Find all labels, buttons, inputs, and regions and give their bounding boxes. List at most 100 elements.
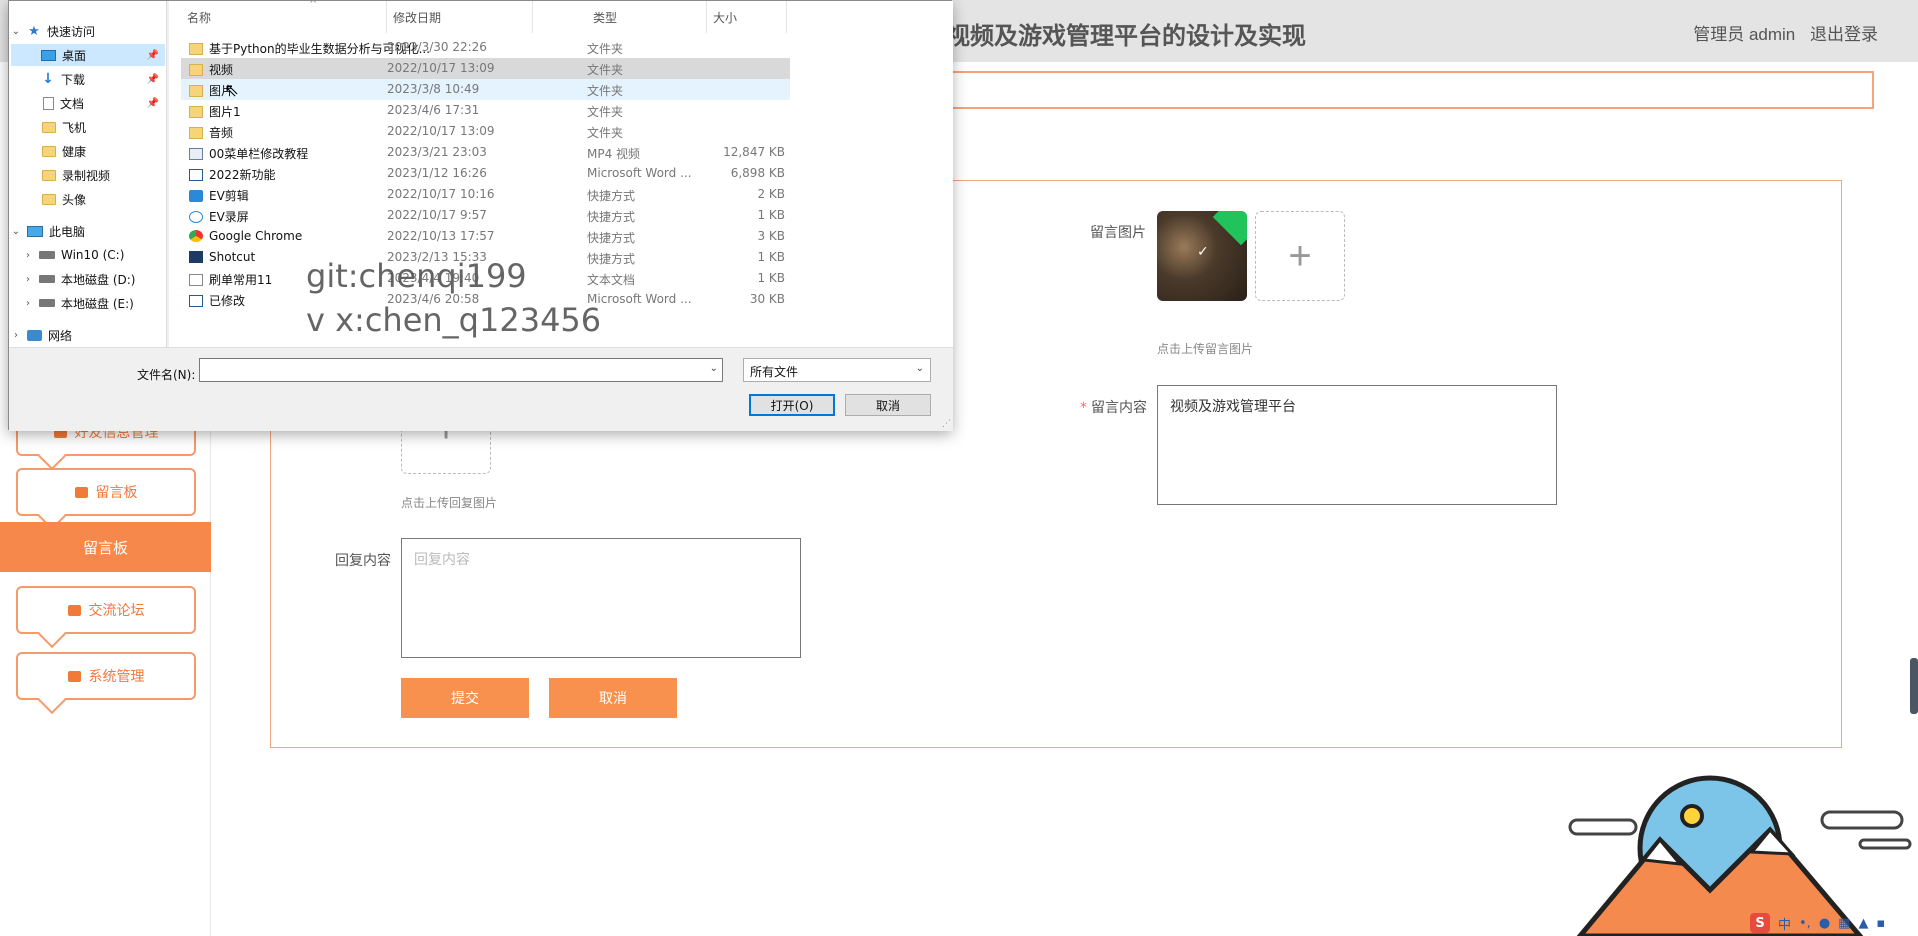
chevron-down-icon[interactable]: ⌄ bbox=[710, 363, 718, 374]
nav-label: 快速访问 bbox=[47, 24, 96, 39]
file-row-hover[interactable]: 图片 2023/3/8 10:49 文件夹 bbox=[181, 79, 790, 100]
image-label: 留言图片 bbox=[1090, 225, 1146, 241]
sidebar-item-message-board[interactable]: 留言板 bbox=[16, 468, 196, 516]
file-row[interactable]: EV录屏 2022/10/17 9:57 快捷方式 1 KB bbox=[181, 205, 790, 226]
nav-drive-d[interactable]: › 本地磁盘 (D:) bbox=[23, 268, 135, 290]
file-name: EV录屏 bbox=[209, 210, 249, 224]
filename-input[interactable]: ⌄ bbox=[199, 358, 723, 382]
dialog-cancel-button[interactable]: 取消 bbox=[845, 394, 931, 416]
page-scrollbar[interactable] bbox=[1910, 658, 1918, 714]
mouse-cursor-icon: ⇖ bbox=[224, 80, 240, 100]
column-header-name[interactable]: 名称 bbox=[181, 1, 387, 33]
expand-caret-icon[interactable]: › bbox=[23, 298, 33, 309]
file-type: Microsoft Word ... bbox=[587, 166, 692, 180]
logout-link[interactable]: 退出登录 bbox=[1810, 25, 1878, 44]
word-file-icon bbox=[189, 294, 203, 307]
column-header-type[interactable]: 类型 bbox=[587, 1, 707, 33]
file-type: Microsoft Word ... bbox=[587, 292, 692, 306]
sidebar-item-message-board-active[interactable]: 留言板 bbox=[0, 522, 211, 572]
nav-quick-access[interactable]: ⌄ ★ 快速访问 bbox=[11, 20, 161, 42]
content-textarea[interactable]: 视频及游戏管理平台 bbox=[1157, 385, 1557, 505]
user-info: 管理员 admin 退出登录 bbox=[1683, 20, 1878, 45]
ime-language[interactable]: 中 bbox=[1778, 914, 1791, 933]
sort-caret-icon: ^ bbox=[309, 0, 318, 10]
nav-drive-e[interactable]: › 本地磁盘 (E:) bbox=[23, 292, 134, 314]
column-header-date[interactable]: 修改日期 bbox=[387, 1, 533, 33]
file-row[interactable]: 音频 2022/10/17 13:09 文件夹 bbox=[181, 121, 790, 142]
mountain-illustration bbox=[1568, 775, 1912, 936]
nav-folder-plane[interactable]: 飞机 bbox=[42, 116, 86, 138]
nav-folder-avatar[interactable]: 头像 bbox=[42, 188, 86, 210]
expand-caret-icon[interactable]: › bbox=[23, 274, 33, 285]
success-badge bbox=[1212, 211, 1247, 246]
file-row[interactable]: Google Chrome 2022/10/13 17:57 快捷方式 3 KB bbox=[181, 226, 790, 247]
sidebar-item-forum[interactable]: 交流论坛 bbox=[16, 586, 196, 634]
file-type: 文件夹 bbox=[587, 63, 624, 77]
user-label: 管理员 admin bbox=[1693, 25, 1796, 44]
open-button[interactable]: 打开(O) bbox=[749, 394, 835, 416]
ime-icon[interactable]: S bbox=[1750, 913, 1770, 933]
nav-label: Win10 (C:) bbox=[61, 248, 125, 262]
filetype-select[interactable]: 所有文件 ⌄ bbox=[743, 358, 931, 382]
nav-folder-recordings[interactable]: 录制视频 bbox=[42, 164, 110, 186]
expand-caret-icon[interactable]: › bbox=[23, 250, 33, 261]
uploaded-image-thumbnail[interactable]: ✓ bbox=[1157, 211, 1247, 301]
nav-label: 网络 bbox=[48, 328, 73, 343]
reply-textarea[interactable]: 回复内容 bbox=[401, 538, 801, 658]
file-size: 1 KB bbox=[757, 250, 785, 264]
submit-button[interactable]: 提交 bbox=[401, 678, 529, 718]
folder-icon bbox=[42, 193, 56, 205]
file-date: 2023/1/12 16:26 bbox=[387, 166, 487, 180]
file-type: 快捷方式 bbox=[587, 231, 636, 245]
expand-caret-icon[interactable]: ⌄ bbox=[11, 226, 21, 237]
video-file-icon bbox=[189, 147, 203, 160]
file-date: 2023/3/8 10:49 bbox=[387, 82, 480, 96]
reply-label: 回复内容 bbox=[335, 553, 391, 569]
nav-drive-c[interactable]: › Win10 (C:) bbox=[23, 244, 124, 266]
file-row[interactable]: 基于Python的毕业生数据分析与可视化... 2023/3/30 22:26 … bbox=[181, 37, 790, 58]
image-upload-button[interactable]: + bbox=[1255, 211, 1345, 301]
breadcrumb-bar bbox=[930, 71, 1874, 109]
column-header-size[interactable]: 大小 bbox=[707, 1, 787, 33]
file-row[interactable]: EV剪辑 2022/10/17 10:16 快捷方式 2 KB bbox=[181, 184, 790, 205]
filename-label: 文件名(N): bbox=[137, 368, 196, 382]
chrome-icon bbox=[189, 230, 203, 242]
dialog-footer: 文件名(N): ⌄ 所有文件 ⌄ 打开(O) 取消 ⋰ bbox=[9, 347, 953, 431]
word-file-icon bbox=[189, 168, 203, 181]
pin-icon: 📌 bbox=[146, 73, 159, 85]
file-type: 文本文档 bbox=[587, 273, 636, 287]
nav-downloads[interactable]: ↓ 下载 📌 bbox=[41, 68, 165, 90]
grid-icon[interactable]: ▪ bbox=[1876, 916, 1885, 931]
punctuation-icon[interactable]: •, bbox=[1799, 916, 1811, 931]
cancel-button[interactable]: 取消 bbox=[549, 678, 677, 718]
resize-grip-icon[interactable]: ⋰ bbox=[942, 419, 951, 429]
nav-label: 头像 bbox=[62, 192, 87, 207]
sidebar-item-system[interactable]: 系统管理 bbox=[16, 652, 196, 700]
nav-documents[interactable]: 文档 📌 bbox=[43, 92, 165, 114]
shirt-icon[interactable]: ▲ bbox=[1858, 916, 1868, 931]
text-file-icon bbox=[189, 273, 203, 286]
expand-caret-icon[interactable]: ⌄ bbox=[11, 26, 21, 37]
nav-folder-health[interactable]: 健康 bbox=[42, 140, 86, 162]
keyboard-icon[interactable]: ▦ bbox=[1838, 916, 1850, 931]
nav-this-pc[interactable]: ⌄ 此电脑 bbox=[11, 220, 85, 242]
microphone-icon[interactable]: ● bbox=[1819, 916, 1830, 931]
check-icon: ✓ bbox=[1197, 243, 1209, 259]
file-row[interactable]: 2022新功能 2023/1/12 16:26 Microsoft Word .… bbox=[181, 163, 790, 184]
file-type: 快捷方式 bbox=[587, 210, 636, 224]
file-type: MP4 视频 bbox=[587, 147, 641, 161]
nav-desktop[interactable]: 桌面 📌 bbox=[11, 44, 165, 66]
file-row-selected[interactable]: 视频 2022/10/17 13:09 文件夹 bbox=[181, 58, 790, 79]
expand-caret-icon[interactable]: › bbox=[11, 330, 21, 341]
nav-label: 桌面 bbox=[62, 48, 87, 63]
pin-icon: 📌 bbox=[146, 49, 159, 61]
file-size: 12,847 KB bbox=[723, 145, 785, 159]
file-open-dialog: ⌄ ★ 快速访问 桌面 📌 ↓ 下载 📌 文档 📌 飞机 健康 录制视频 头像 … bbox=[8, 0, 953, 431]
file-row[interactable]: 00菜单栏修改教程 2023/3/21 23:03 MP4 视频 12,847 … bbox=[181, 142, 790, 163]
file-size: 1 KB bbox=[757, 271, 785, 285]
file-type: 快捷方式 bbox=[587, 189, 636, 203]
file-row[interactable]: 图片1 2023/4/6 17:31 文件夹 bbox=[181, 100, 790, 121]
nav-label: 下载 bbox=[61, 72, 86, 87]
drive-icon bbox=[39, 251, 55, 259]
nav-network[interactable]: › 网络 bbox=[11, 324, 72, 346]
